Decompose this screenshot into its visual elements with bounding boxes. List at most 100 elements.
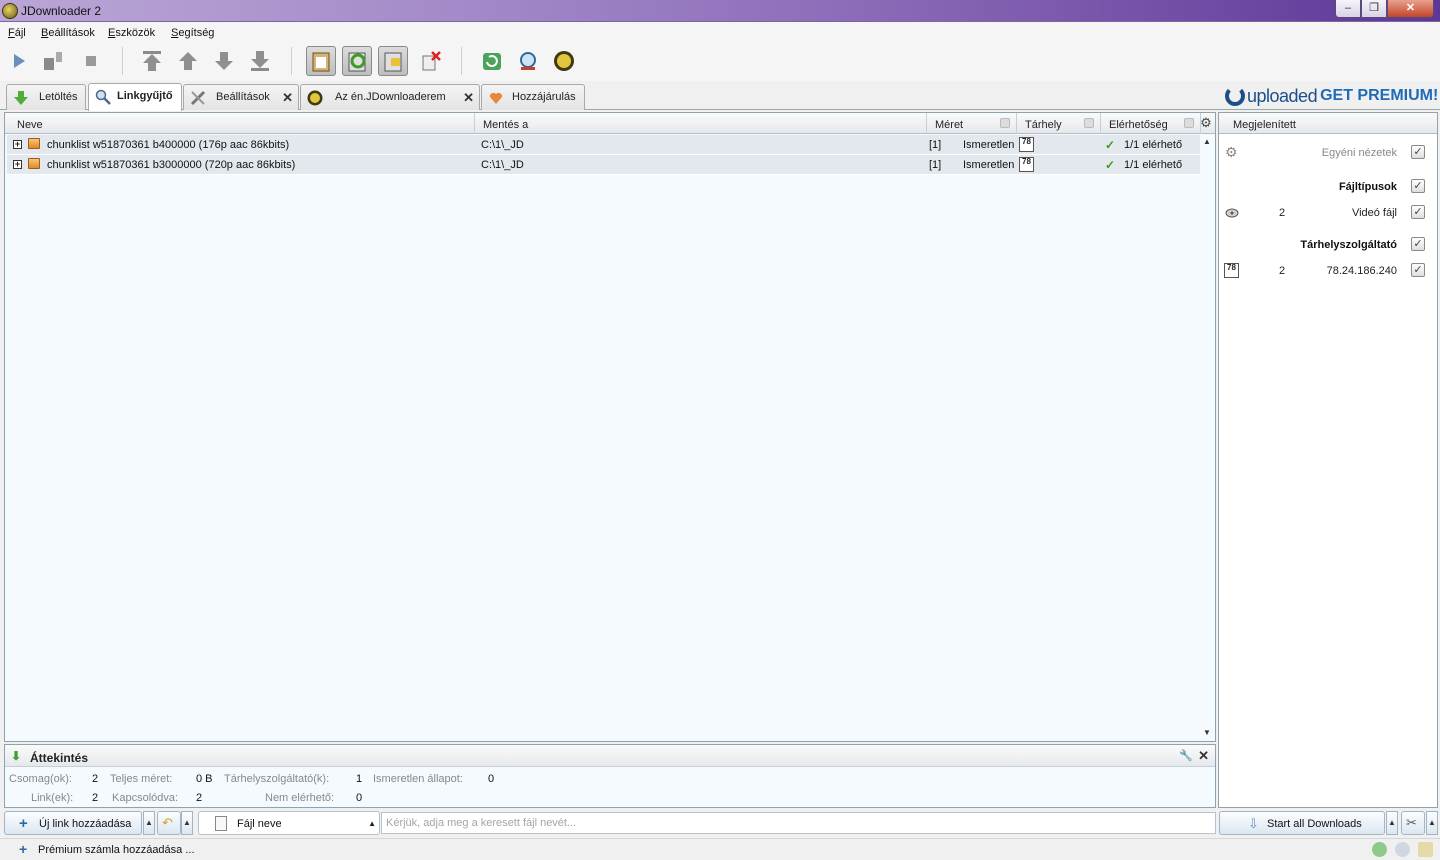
- close-tab-icon[interactable]: ✕: [463, 90, 474, 106]
- tab-my-jdownloader[interactable]: Az én.JDownloaderem ✕: [300, 84, 480, 110]
- column-header-availability[interactable]: Elérhetőség: [1101, 113, 1201, 134]
- undo-button[interactable]: ↶: [157, 811, 181, 835]
- host-icon: 78: [1019, 137, 1034, 152]
- table-row[interactable]: + chunklist w51870361 b400000 (176p aac …: [7, 135, 1200, 155]
- add-premium-account-link[interactable]: Prémium számla hozzáadása ...: [38, 844, 195, 856]
- tab-label: Letöltés: [39, 91, 78, 103]
- total-size-value: 0 B: [196, 773, 213, 785]
- clipboard-status-icon[interactable]: [1418, 842, 1433, 857]
- undo-menu-button[interactable]: ▲: [181, 811, 193, 835]
- column-header-save-to[interactable]: Mentés a: [475, 113, 927, 134]
- move-down-icon[interactable]: [209, 46, 239, 76]
- expand-icon[interactable]: +: [13, 140, 22, 149]
- tab-label: Beállítások: [216, 91, 270, 103]
- hoster-count: 2: [1279, 265, 1286, 277]
- gear-icon[interactable]: ⚙: [1199, 116, 1213, 130]
- myjd-icon: [307, 90, 323, 106]
- check-icon: ✓: [1105, 158, 1116, 172]
- tab-settings[interactable]: Beállítások ✕: [183, 84, 299, 110]
- connected-label: Kapcsolódva:: [112, 792, 179, 804]
- start-all-downloads-button[interactable]: ⇩ Start all Downloads: [1219, 811, 1385, 835]
- file-type-row[interactable]: 2 Videó fájl ✓: [1219, 201, 1437, 225]
- add-link-button[interactable]: + Új link hozzáadása: [4, 811, 142, 835]
- column-header-size[interactable]: Méret: [927, 113, 1017, 134]
- hosters-header-row[interactable]: Tárhelyszolgáltató ✓: [1219, 233, 1437, 257]
- column-header-name[interactable]: Neve: [5, 113, 475, 134]
- expand-icon[interactable]: +: [13, 160, 22, 169]
- tab-linkgrabber[interactable]: Linkgyűjtő: [88, 83, 182, 111]
- move-top-icon[interactable]: [137, 46, 167, 76]
- uploaded-premium-banner[interactable]: uploaded GET PREMIUM!: [1225, 85, 1438, 107]
- link-count: [1]: [929, 139, 942, 151]
- packages-value: 2: [92, 773, 99, 785]
- overview-title: Áttekintés: [30, 751, 89, 765]
- lock-icon: [1084, 118, 1094, 128]
- move-bottom-icon[interactable]: [245, 46, 275, 76]
- menu-settings[interactable]: Beállítások: [41, 27, 95, 39]
- file-type-checkbox[interactable]: ✓: [1411, 205, 1425, 219]
- file-types-checkbox[interactable]: ✓: [1411, 179, 1425, 193]
- bottom-bar: + Új link hozzáadása ▲ ↶ ▲ Fájl neve ▲ ⇩…: [0, 810, 1440, 838]
- table-header: Neve Mentés a Méret Tárhely Elérhetőség …: [5, 113, 1215, 134]
- scroll-down-icon[interactable]: ▼: [1202, 728, 1212, 738]
- hoster-checkbox[interactable]: ✓: [1411, 263, 1425, 277]
- file-type-count: 2: [1279, 207, 1286, 219]
- wrench-icon[interactable]: 🔧: [1179, 749, 1193, 762]
- clear-linkgrabber-icon[interactable]: [416, 46, 446, 76]
- reconnect-status-icon[interactable]: [1372, 842, 1387, 857]
- links-label: Link(ek):: [31, 792, 74, 804]
- download-icon: ⬇: [11, 749, 22, 763]
- minimize-button[interactable]: –: [1335, 0, 1361, 18]
- close-icon[interactable]: ✕: [1198, 748, 1209, 764]
- settings-tools-button[interactable]: ✂: [1401, 811, 1425, 835]
- reconnect-icon[interactable]: [477, 46, 507, 76]
- add-link-menu-button[interactable]: ▲: [143, 811, 155, 835]
- column-label: Méret: [935, 119, 964, 131]
- column-header-host[interactable]: Tárhely: [1017, 113, 1101, 134]
- tab-downloads[interactable]: Letöltés: [6, 84, 86, 110]
- jdownloader-logo-icon: [2, 3, 18, 19]
- custom-views-checkbox[interactable]: ✓: [1411, 145, 1425, 159]
- close-tab-icon[interactable]: ✕: [282, 90, 293, 106]
- lock-icon: [1000, 118, 1010, 128]
- file-types-header-row[interactable]: Fájltípusok ✓: [1219, 175, 1437, 199]
- download-icon: [13, 90, 29, 106]
- settings-menu-button[interactable]: ▲: [1426, 811, 1438, 835]
- stop-icon[interactable]: [76, 46, 106, 76]
- hosters-checkbox[interactable]: ✓: [1411, 237, 1425, 251]
- scroll-up-icon[interactable]: ▲: [1202, 137, 1212, 147]
- custom-views-row[interactable]: ⚙ Egyéni nézetek ✓: [1219, 141, 1437, 165]
- pause-icon[interactable]: [38, 46, 68, 76]
- clipboard-observer-icon[interactable]: [306, 46, 336, 76]
- play-icon[interactable]: [4, 46, 34, 76]
- host-icon: 78: [1019, 157, 1034, 172]
- availability: 1/1 elérhető: [1124, 139, 1183, 151]
- update-icon[interactable]: [513, 46, 543, 76]
- tab-contribute[interactable]: Hozzájárulás: [481, 84, 585, 110]
- search-input[interactable]: [381, 812, 1216, 834]
- update-status-icon[interactable]: [1395, 842, 1410, 857]
- hosters-label: Tárhelyszolgáltató(k):: [224, 773, 330, 785]
- toolbar-separator: [291, 47, 292, 75]
- save-to-path: C:\1\_JD: [481, 139, 524, 151]
- video-file-icon: [1225, 205, 1240, 220]
- menu-tools[interactable]: Eszközök: [108, 27, 155, 39]
- menu-help[interactable]: Segítség: [171, 27, 214, 39]
- move-up-icon[interactable]: [173, 46, 203, 76]
- menu-file[interactable]: Fájl: [8, 27, 26, 39]
- column-label: Elérhetőség: [1109, 119, 1168, 131]
- hoster-row[interactable]: 78 2 78.24.186.240 ✓: [1219, 259, 1437, 283]
- auto-start-icon[interactable]: [378, 46, 408, 76]
- hoster-label: 78.24.186.240: [1326, 265, 1397, 277]
- close-window-button[interactable]: ✕: [1387, 0, 1434, 18]
- search-field-select[interactable]: Fájl neve ▲: [198, 811, 380, 835]
- filter-side-panel: Megjelenített ⚙ Egyéni nézetek ✓ Fájltíp…: [1218, 112, 1438, 808]
- auto-confirm-icon[interactable]: [342, 46, 372, 76]
- table-row[interactable]: + chunklist w51870361 b3000000 (720p aac…: [7, 155, 1200, 175]
- toolbar-separator: [461, 47, 462, 75]
- gear-icon: ⚙: [1225, 144, 1238, 160]
- maximize-button[interactable]: ❐: [1361, 0, 1387, 18]
- overview-header: ⬇ Áttekintés 🔧 ✕: [5, 745, 1215, 767]
- myjdownloader-icon[interactable]: [549, 46, 579, 76]
- start-menu-button[interactable]: ▲: [1386, 811, 1398, 835]
